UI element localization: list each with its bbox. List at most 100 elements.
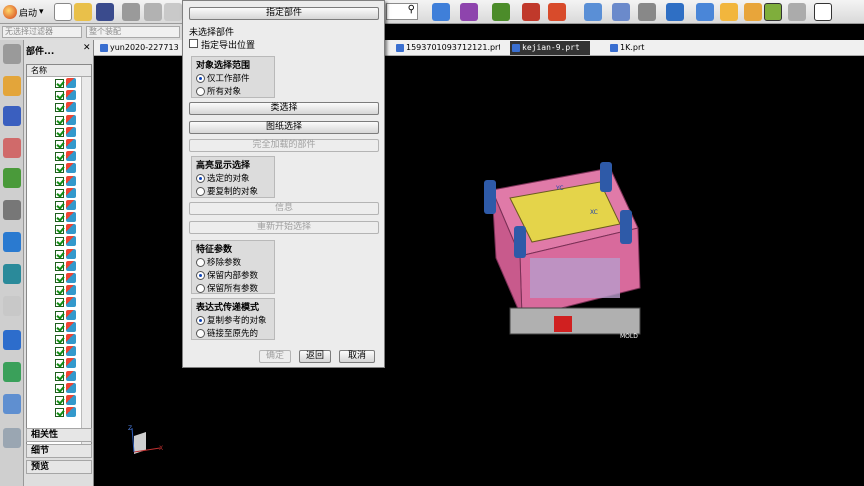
start-button[interactable]: 启动 ▾ [3, 3, 44, 21]
open-folder-icon[interactable] [74, 3, 92, 21]
hidden-line-icon[interactable] [788, 3, 806, 21]
new-file-icon[interactable] [54, 3, 72, 21]
display-icon[interactable] [638, 3, 656, 21]
mold-model[interactable]: YC XC MOLD [470, 158, 680, 368]
visibility-checkbox[interactable] [55, 261, 64, 271]
background-icon[interactable] [814, 3, 832, 21]
wireframe-icon[interactable] [744, 3, 762, 21]
cube-view-icon[interactable] [666, 3, 684, 21]
studio-icon[interactable] [764, 3, 782, 21]
tab-kejian-9[interactable]: kejian-9.prt [510, 41, 590, 55]
edit-object-icon[interactable] [612, 3, 630, 21]
visibility-checkbox[interactable] [55, 164, 64, 174]
layer-icon[interactable] [584, 3, 602, 21]
cancel-button[interactable]: 取消 [339, 350, 375, 363]
radio-icon [196, 328, 205, 338]
close-icon[interactable]: ✕ [83, 43, 91, 53]
tab-1593701093712121[interactable]: 1593701093712121.prt [394, 41, 500, 55]
save-icon[interactable] [96, 3, 114, 21]
reuse-library-icon[interactable] [3, 168, 21, 188]
visibility-checkbox[interactable] [55, 213, 64, 223]
web-browser-icon[interactable] [3, 232, 21, 252]
visibility-checkbox[interactable] [55, 347, 64, 357]
snap-icon[interactable] [492, 3, 510, 21]
assembly-navigator-icon[interactable] [3, 76, 21, 96]
visibility-checkbox[interactable] [55, 310, 64, 320]
reselect-button[interactable]: 重新开始选择 [189, 221, 379, 234]
visibility-checkbox[interactable] [55, 91, 64, 101]
paste-icon[interactable] [164, 3, 182, 21]
tab-1k[interactable]: 1K.prt [608, 41, 658, 55]
visibility-checkbox[interactable] [55, 371, 64, 381]
export-location-checkbox[interactable] [189, 39, 198, 48]
visibility-checkbox[interactable] [55, 139, 64, 149]
section-details[interactable]: 细节 [26, 444, 92, 458]
visibility-checkbox[interactable] [55, 200, 64, 210]
fully-loaded-parts-button[interactable]: 完全加载的部件 [189, 139, 379, 152]
highlight-selected-radio[interactable]: 选定的对象 [196, 172, 250, 184]
visibility-checkbox[interactable] [55, 395, 64, 405]
copy-icon[interactable] [144, 3, 162, 21]
keep-internal-params-radio[interactable]: 保留内部参数 [196, 269, 258, 281]
keep-all-params-radio[interactable]: 保留所有参数 [196, 282, 258, 294]
back-button[interactable]: 返回 [299, 350, 331, 363]
system-materials-icon[interactable] [3, 296, 21, 316]
constraint-icon[interactable] [3, 106, 21, 126]
visibility-checkbox[interactable] [55, 176, 64, 186]
shaded-icon[interactable] [720, 3, 738, 21]
gear-icon[interactable] [3, 44, 21, 64]
part-navigator-icon[interactable] [3, 138, 21, 158]
analysis-icon[interactable] [432, 3, 450, 21]
measure-icon[interactable] [522, 3, 540, 21]
box-icon[interactable] [696, 3, 714, 21]
roles-icon[interactable] [3, 394, 21, 414]
filter-combo[interactable]: 无选择过滤器 [2, 26, 82, 38]
section-preview[interactable]: 预览 [26, 460, 92, 474]
copy-referenced-radio[interactable]: 复制参考的对象 [196, 314, 267, 326]
scope-combo[interactable]: 整个装配 [86, 26, 180, 38]
render-icon[interactable] [460, 3, 478, 21]
scope-work-part-radio[interactable]: 仅工作部件 [196, 72, 250, 84]
highlight-copy-radio[interactable]: 要复制的对象 [196, 185, 258, 197]
visibility-checkbox[interactable] [55, 334, 64, 344]
visibility-checkbox[interactable] [55, 408, 64, 418]
cut-icon[interactable] [122, 3, 140, 21]
visibility-checkbox[interactable] [55, 188, 64, 198]
class-select-button[interactable]: 类选择 [189, 102, 379, 115]
history-icon[interactable] [3, 264, 21, 284]
sheet-select-button[interactable]: 图纸选择 [189, 121, 379, 134]
visibility-checkbox[interactable] [55, 225, 64, 235]
feature-params-group: 特征参数 移除参数 保留内部参数 保留所有参数 [191, 240, 275, 294]
specify-part-button[interactable]: 指定部件 [189, 7, 379, 20]
color-icon[interactable] [548, 3, 566, 21]
search-icon: ⚲ [407, 4, 415, 15]
scope-all-objects-radio[interactable]: 所有对象 [196, 85, 241, 97]
link-to-original-radio[interactable]: 链接至原先的 [196, 327, 258, 339]
visibility-checkbox[interactable] [55, 79, 64, 88]
clock-icon[interactable] [3, 330, 21, 350]
search-input[interactable]: ⚲ [386, 3, 418, 20]
ok-button[interactable]: 确定 [259, 350, 291, 363]
eye-icon[interactable] [3, 200, 21, 220]
visibility-checkbox[interactable] [55, 249, 64, 259]
visibility-checkbox[interactable] [55, 115, 64, 125]
visibility-checkbox[interactable] [55, 286, 64, 296]
visibility-checkbox[interactable] [55, 103, 64, 113]
visibility-checkbox[interactable] [55, 274, 64, 283]
visibility-checkbox[interactable] [55, 237, 64, 247]
section-dependencies[interactable]: 相关性 [26, 428, 92, 442]
visibility-checkbox[interactable] [55, 383, 64, 393]
process-studio-icon[interactable] [3, 362, 21, 382]
visibility-checkbox[interactable] [55, 322, 64, 332]
tab-yun2020[interactable]: yun2020-2277135€ [98, 41, 178, 55]
navigator-scrollbar[interactable] [81, 77, 91, 451]
visibility-checkbox[interactable] [55, 359, 64, 369]
name-column-header[interactable]: 名称 [27, 65, 91, 77]
mold-wizard-icon[interactable] [3, 428, 21, 448]
remove-params-radio[interactable]: 移除参数 [196, 256, 241, 268]
visibility-checkbox[interactable] [55, 152, 64, 162]
visibility-checkbox[interactable] [55, 127, 64, 137]
info-button[interactable]: 信息 [189, 202, 379, 215]
visibility-checkbox[interactable] [55, 298, 64, 308]
radio-selected-icon [196, 173, 205, 183]
